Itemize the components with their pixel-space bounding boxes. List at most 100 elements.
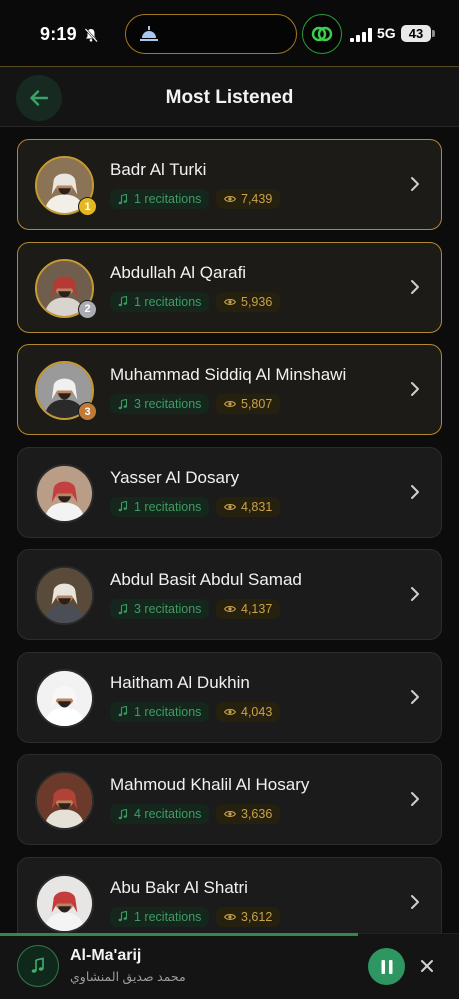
reciter-avatar [35, 463, 94, 523]
music-note-icon [118, 808, 128, 819]
battery-level: 43 [408, 26, 424, 41]
music-note-icon [118, 501, 128, 512]
reciter-card[interactable]: Haitham Al Dukhin 1 recitations 4,043 [17, 651, 442, 743]
views-badge: 7,439 [216, 189, 281, 209]
music-note-icon [118, 193, 128, 204]
chevron-right-icon [411, 382, 419, 396]
views-count: 4,043 [241, 704, 273, 719]
bell-muted-icon [84, 28, 98, 43]
views-count: 4,831 [241, 499, 273, 514]
views-count: 5,936 [241, 294, 273, 309]
views-count: 3,612 [241, 909, 273, 924]
pause-icon [381, 959, 392, 974]
pause-button[interactable] [368, 948, 405, 985]
mini-player[interactable]: Al-Ma'arij محمد صديق المنشاوي [0, 933, 459, 999]
music-note-icon [118, 603, 128, 614]
close-button[interactable] [417, 956, 437, 976]
rank-badge: 2 [78, 299, 97, 319]
chevron-right-icon [411, 177, 419, 191]
music-note-icon [118, 398, 128, 409]
music-note-icon [118, 911, 128, 922]
chevron-right-icon [411, 792, 419, 806]
reciter-name: Badr Al Turki [110, 160, 207, 179]
reciter-card[interactable]: 2 Abdullah Al Qarafi 1 recitations 5,936 [17, 241, 442, 333]
recitations-badge: 1 recitations [110, 701, 210, 722]
reciter-list[interactable]: 1 Badr Al Turki 1 recitations 7,439 2 Abdulla… [0, 128, 459, 933]
reciter-name: Abdul Basit Abdul Samad [110, 570, 302, 589]
recitations-badge: 3 recitations [110, 599, 210, 619]
reciter-card[interactable]: Abu Bakr Al Shatri 1 recitations 3,612 [17, 856, 442, 933]
recitations-badge: 4 recitations [110, 804, 210, 824]
header: Most Listened [0, 66, 459, 127]
reciter-avatar [35, 668, 94, 728]
views-count: 7,439 [241, 192, 273, 206]
recitations-count: 1 recitations [134, 192, 202, 206]
views-badge: 3,612 [216, 906, 281, 927]
views-badge: 5,807 [216, 394, 281, 414]
rank-badge: 1 [78, 197, 97, 216]
reciter-avatar [35, 566, 94, 625]
recitations-badge: 3 recitations [110, 394, 210, 414]
reciter-name: Mahmoud Khalil Al Hosary [110, 775, 310, 794]
recitations-count: 1 recitations [134, 909, 202, 924]
chevron-right-icon [411, 587, 419, 601]
views-badge: 4,137 [216, 599, 281, 619]
battery-tip [432, 30, 435, 37]
eye-icon [224, 401, 236, 407]
chevron-right-icon [411, 894, 419, 909]
link-icon [311, 26, 333, 42]
recitations-badge: 1 recitations [110, 189, 210, 209]
recitations-badge: 1 recitations [110, 291, 210, 312]
reciter-avatar [35, 873, 94, 933]
views-badge: 5,936 [216, 291, 281, 312]
recitations-badge: 1 recitations [110, 906, 210, 927]
music-note-icon [31, 957, 44, 973]
eye-icon [224, 606, 236, 612]
playback-progress[interactable] [0, 933, 359, 936]
reciter-avatar [35, 771, 94, 830]
now-playing-disc [17, 945, 59, 987]
reciter-name: Haitham Al Dukhin [110, 672, 250, 692]
link-badge[interactable] [302, 14, 342, 54]
recitations-count: 4 recitations [134, 807, 202, 821]
battery-icon: 43 [401, 25, 431, 42]
reciter-card[interactable]: 3 Muhammad Siddiq Al Minshawi 3 recitation… [17, 344, 442, 435]
recitations-badge: 1 recitations [110, 496, 210, 517]
chevron-right-icon [411, 689, 419, 704]
close-icon [421, 960, 433, 972]
views-badge: 3,636 [216, 804, 281, 824]
network-type: 5G [377, 25, 396, 41]
page-title: Most Listened [165, 87, 294, 108]
reciter-name: Yasser Al Dosary [110, 467, 240, 487]
chevron-right-icon [411, 279, 419, 294]
reciter-card[interactable]: Yasser Al Dosary 1 recitations 4,831 [17, 446, 442, 538]
recitations-count: 1 recitations [134, 704, 202, 719]
views-badge: 4,043 [216, 701, 281, 722]
reciter-name: Abu Bakr Al Shatri [110, 877, 248, 897]
eye-icon [224, 913, 236, 920]
track-title: Al-Ma'arij [70, 947, 142, 964]
recitations-count: 1 recitations [134, 294, 202, 309]
status-bar: 9:19 5G 43 [0, 0, 459, 66]
track-reciter: محمد صديق المنشاوي [70, 970, 186, 984]
recitations-count: 3 recitations [134, 602, 202, 616]
views-count: 3,636 [241, 807, 273, 821]
reciter-card[interactable]: Mahmoud Khalil Al Hosary 4 recitations 3,6… [17, 754, 442, 845]
eye-icon [224, 708, 236, 715]
music-note-icon [118, 706, 128, 717]
reciter-card[interactable]: 1 Badr Al Turki 1 recitations 7,439 [17, 139, 442, 230]
sunrise-icon [140, 26, 158, 41]
reciter-name: Muhammad Siddiq Al Minshawi [110, 365, 347, 384]
eye-icon [224, 503, 236, 510]
views-badge: 4,831 [216, 496, 281, 517]
reciter-card[interactable]: Abdul Basit Abdul Samad 3 recitations 4,13… [17, 549, 442, 640]
eye-icon [224, 298, 236, 305]
rank-badge: 3 [78, 402, 97, 421]
views-count: 5,807 [241, 397, 273, 411]
eye-icon [224, 196, 236, 202]
recitations-count: 1 recitations [134, 499, 202, 514]
dynamic-island[interactable] [125, 14, 297, 54]
signal-icon [350, 28, 372, 42]
views-count: 4,137 [241, 602, 273, 616]
chevron-right-icon [411, 484, 419, 499]
